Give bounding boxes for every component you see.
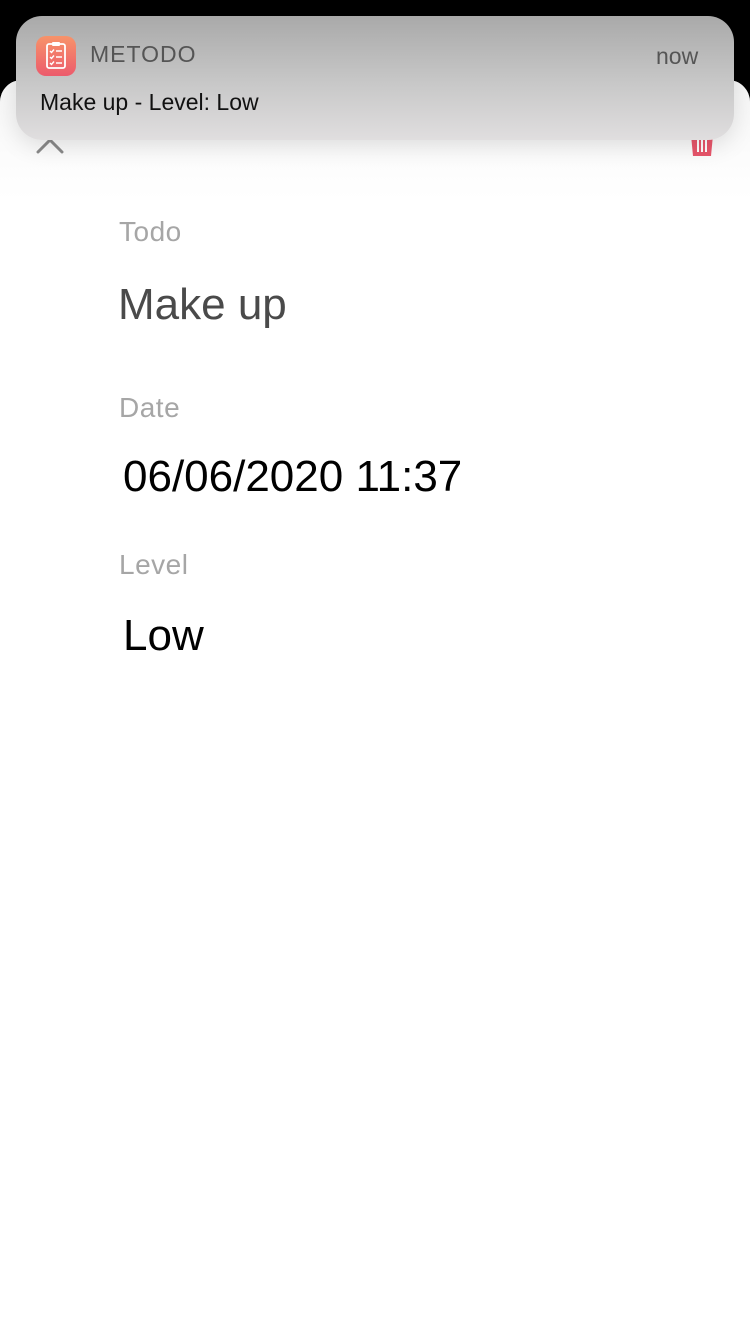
date-label: Date [119, 392, 181, 423]
todo-value: Make up [118, 280, 287, 329]
level-value: Low [123, 611, 204, 660]
todo-detail-sheet: Todo Make up Date 06/06/2020 11:37 Level… [0, 80, 750, 1334]
screen: Todo Make up Date 06/06/2020 11:37 Level… [0, 0, 750, 1334]
notification-message: Make up - Level: Low [40, 89, 259, 115]
date-value: 06/06/2020 11:37 [123, 452, 463, 501]
level-label: Level [119, 549, 189, 580]
notification-time: now [656, 43, 699, 69]
notification-app-name: METODO [90, 41, 197, 67]
app-icon [36, 36, 76, 76]
notification-banner[interactable]: METODO now Make up - Level: Low [16, 16, 734, 140]
todo-label: Todo [119, 216, 182, 247]
clipboard-checklist-icon [46, 42, 66, 69]
